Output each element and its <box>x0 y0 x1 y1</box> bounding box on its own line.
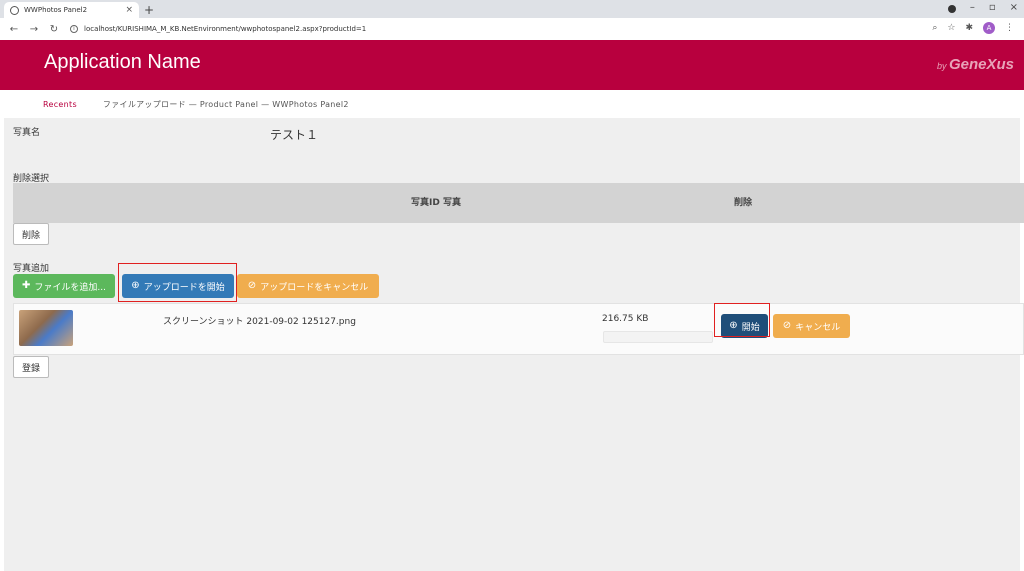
globe-icon <box>10 5 19 15</box>
minimize-icon[interactable]: – <box>970 2 975 13</box>
photo-name-label: 写真名 <box>13 128 41 138</box>
extensions-icon[interactable]: ✱ <box>965 23 973 33</box>
main-content: 写真名 テスト１ 削除選択 写真ID 写真 削除 削除 写真追加 ✚ ファイルを… <box>4 118 1024 571</box>
reload-icon[interactable]: ↻ <box>48 24 60 35</box>
bookmark-star-icon[interactable]: ☆ <box>947 23 955 33</box>
info-icon[interactable]: i <box>70 25 78 33</box>
recents-link[interactable]: Recents <box>43 100 77 109</box>
photo-grid-header: 写真ID 写真 削除 <box>13 183 1024 223</box>
file-thumbnail <box>19 310 73 346</box>
delete-button[interactable]: 削除 <box>13 223 49 245</box>
window-controls: – ▫ × <box>947 2 1018 13</box>
profile-avatar[interactable]: A <box>983 22 995 34</box>
menu-icon[interactable]: ⋮ <box>1005 23 1014 33</box>
cancel-upload-button[interactable]: ⊘ アップロードをキャンセル <box>237 274 379 298</box>
genexus-logo: by GeneXus <box>936 56 1014 73</box>
url-field[interactable]: i localhost/KURISHIMA_M_KB.NetEnvironmen… <box>70 25 366 33</box>
grid-header-photo: 写真ID 写真 <box>411 198 461 208</box>
app-name: Application Name <box>44 51 201 73</box>
app-header: Application Name by GeneXus <box>0 40 1024 90</box>
add-photo-label: 写真追加 <box>13 264 50 274</box>
close-icon[interactable]: × <box>125 5 133 15</box>
file-size: 216.75 KB <box>602 314 649 324</box>
plus-icon: ✚ <box>22 280 31 291</box>
file-name: スクリーンショット 2021-09-02 125127.png <box>163 317 356 327</box>
zoom-icon[interactable]: ⌕ <box>932 23 937 33</box>
new-tab-icon[interactable]: + <box>144 3 154 17</box>
ban-icon: ⊘ <box>782 320 792 331</box>
upload-file-row: スクリーンショット 2021-09-02 125127.png 216.75 K… <box>13 303 1024 355</box>
tab-title: WWPhotos Panel2 <box>24 6 88 14</box>
ban-icon: ⊘ <box>247 280 257 291</box>
restore-icon[interactable]: ▫ <box>989 2 996 13</box>
photo-name-value: テスト１ <box>270 128 319 142</box>
breadcrumb: Recents ファイルアップロード — Product Panel — WWP… <box>0 90 1024 118</box>
highlight-box <box>118 263 237 302</box>
close-window-icon[interactable]: × <box>1010 2 1018 13</box>
browser-tab-bar: WWPhotos Panel2 × + – ▫ × <box>0 0 1024 18</box>
browser-tab[interactable]: WWPhotos Panel2 × <box>4 2 139 18</box>
forward-icon[interactable]: → <box>28 24 40 35</box>
breadcrumb-path: ファイルアップロード — Product Panel — WWPhotos Pa… <box>102 99 349 109</box>
add-file-button[interactable]: ✚ ファイルを追加... <box>13 274 115 298</box>
address-bar: ← → ↻ i localhost/KURISHIMA_M_KB.NetEnvi… <box>0 18 1024 40</box>
grid-header-delete: 削除 <box>734 198 753 208</box>
record-icon[interactable] <box>947 5 956 13</box>
file-cancel-button[interactable]: ⊘ キャンセル <box>773 314 850 338</box>
upload-progress-bar <box>603 331 713 343</box>
highlight-box <box>714 303 770 337</box>
back-icon[interactable]: ← <box>8 24 20 35</box>
url-text: localhost/KURISHIMA_M_KB.NetEnvironment/… <box>84 25 367 33</box>
register-button[interactable]: 登録 <box>13 356 49 378</box>
